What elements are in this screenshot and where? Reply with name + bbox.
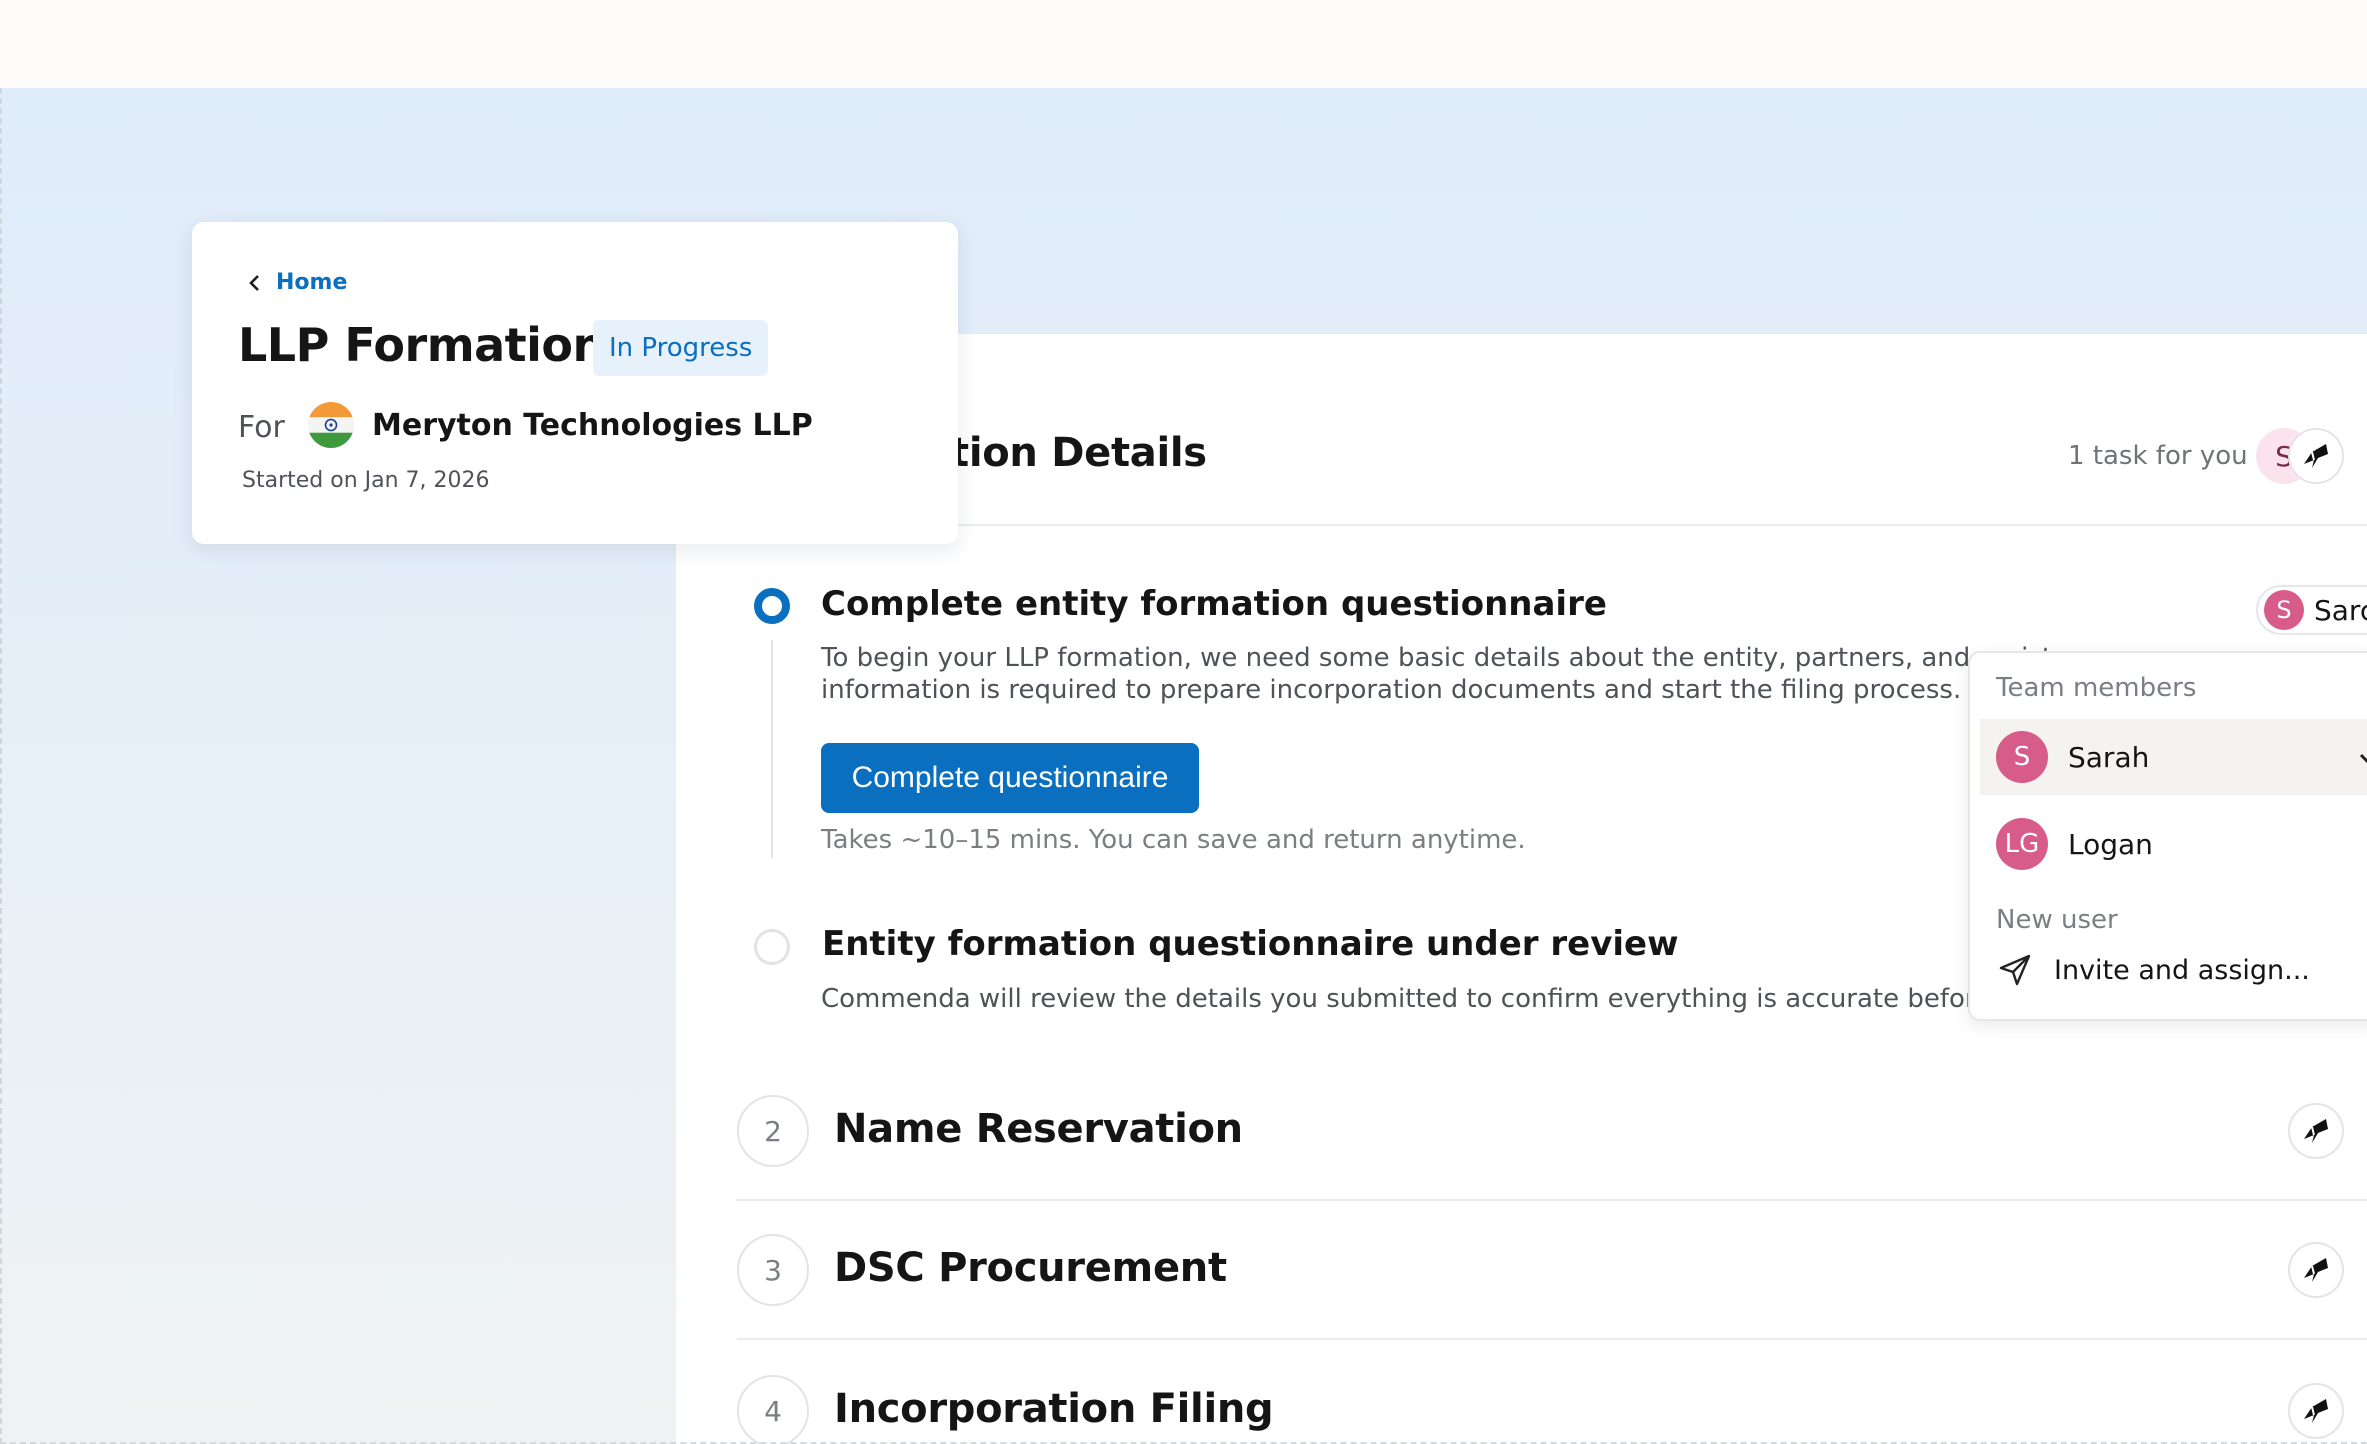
entity-name: Meryton Technologies LLP [372,408,813,443]
step-title[interactable]: Name Reservation [834,1106,1243,1152]
avatar: S [1996,731,2048,783]
send-icon [1999,954,2031,986]
india-flag-icon [308,402,354,448]
step-title[interactable]: Incorporation Filing [834,1386,1274,1432]
canvas-edge [0,88,2,1444]
invite-label: Invite and assign... [2054,954,2310,986]
for-label: For [238,410,285,445]
step-number: 2 [737,1095,809,1167]
assign-user-icon [2304,1399,2328,1423]
assign-button[interactable] [2288,1383,2344,1439]
member-name: Logan [2068,827,2153,861]
task-description: Commenda will review the details you sub… [821,984,2073,1014]
top-bar [0,0,2367,88]
assign-button[interactable] [2288,428,2344,484]
chevron-left-icon [249,274,259,291]
avatar: S [2264,590,2304,630]
status-badge: In Progress [593,320,769,376]
task-title: Complete entity formation questionnaire [821,584,1607,624]
dropdown-section-team: Team members [1996,673,2197,703]
page-title: LLP Formation [238,318,605,372]
task-status-active[interactable] [754,588,790,624]
dropdown-member-logan[interactable]: LG Logan [1980,806,2367,882]
assignee-name: Sarc [2314,593,2367,627]
task-description: information is required to prepare incor… [821,675,1962,705]
task-count: 1 task for you [2068,441,2248,471]
started-date: Started on Jan 7, 2026 [242,468,490,493]
step-divider [737,1199,2367,1201]
task-connector [771,640,773,858]
task-status-pending[interactable] [754,929,790,965]
back-home-link[interactable]: Home [244,270,347,295]
avatar: LG [1996,818,2048,870]
section-title: tion Details [950,430,1207,476]
dropdown-member-sarah[interactable]: S Sarah [1980,719,2367,795]
assignee-chip[interactable]: S Sarc [2256,585,2367,635]
step-divider [737,1338,2367,1340]
step-title[interactable]: DSC Procurement [834,1245,1227,1291]
assign-user-icon [2304,1258,2328,1282]
assign-button[interactable] [2288,1242,2344,1298]
task-description: To begin your LLP formation, we need som… [821,643,2069,673]
assign-user-icon [2304,1119,2328,1143]
invite-and-assign-item[interactable]: Invite and assign... [1998,953,2310,987]
assignee-dropdown: Team members S Sarah LG Logan New user I… [1968,651,2367,1021]
back-label: Home [276,270,348,295]
task-hint: Takes ~10–15 mins. You can save and retu… [821,825,1526,855]
section-divider [950,524,2367,526]
complete-questionnaire-button[interactable]: Complete questionnaire [821,743,1199,813]
assign-user-icon [2304,444,2328,468]
header-card: Home LLP Formation In Progress For Meryt… [192,222,958,544]
member-name: Sarah [2068,740,2150,774]
dropdown-section-new-user: New user [1996,905,2118,935]
assign-button[interactable] [2288,1103,2344,1159]
step-number: 3 [737,1234,809,1306]
step-number: 4 [737,1375,809,1444]
task-title: Entity formation questionnaire under rev… [822,924,1679,964]
check-icon [2359,753,2367,764]
